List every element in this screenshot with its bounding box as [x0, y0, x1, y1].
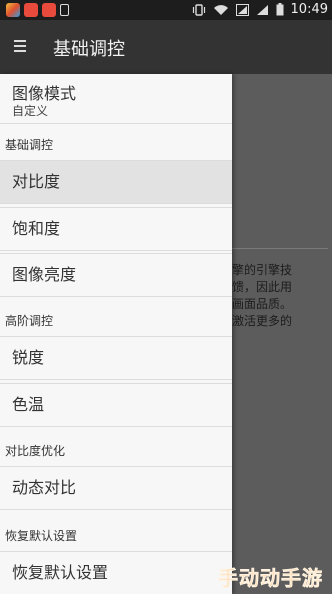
app-icon-2: [24, 3, 38, 17]
screen: 10:49 基础调控 擎的引擎技 馈，因此用 画面品质。 激活更多的 图像模式 …: [0, 0, 332, 594]
action-bar: 基础调控: [0, 20, 332, 74]
battery-icon: [276, 3, 284, 16]
bg-line: 馈，因此用: [232, 280, 293, 294]
image-mode-item[interactable]: 图像模式 自定义: [0, 74, 232, 124]
bg-line: 画面品质。: [232, 297, 293, 311]
drawer-item-brightness[interactable]: 图像亮度: [0, 253, 232, 297]
image-mode-value: 自定义: [12, 104, 49, 118]
signal-icon-2: [256, 4, 268, 15]
vibrate-icon: [192, 3, 205, 16]
wifi-icon: [213, 4, 228, 15]
sim-icon: [60, 4, 69, 16]
bg-line: 激活更多的: [232, 314, 293, 328]
image-mode-title: 图像模式: [12, 84, 77, 103]
drawer-item-reset-defaults[interactable]: 恢复默认设置: [0, 551, 232, 594]
bg-line: 擎的引擎技: [232, 263, 293, 277]
app-icon-1: [6, 3, 20, 17]
status-bar: 10:49: [0, 0, 332, 20]
app-icon-3: [42, 3, 56, 17]
drawer-item-contrast[interactable]: 对比度: [0, 160, 232, 204]
section-header-advanced: 高阶调控: [5, 314, 54, 328]
divider: [232, 248, 328, 249]
drawer-item-dynamic-contrast[interactable]: 动态对比: [0, 466, 232, 510]
system-icons: 10:49: [192, 2, 328, 17]
background-content: 擎的引擎技 馈，因此用 画面品质。 激活更多的: [232, 74, 332, 594]
drawer-item-saturation[interactable]: 饱和度: [0, 207, 232, 251]
clock: 10:49: [290, 2, 328, 17]
background-text: 擎的引擎技 馈，因此用 画面品质。 激活更多的: [232, 262, 328, 330]
drawer-item-sharpness[interactable]: 锐度: [0, 336, 232, 380]
hamburger-icon[interactable]: [14, 40, 26, 52]
section-header-basic: 基础调控: [5, 138, 54, 152]
notification-icons: [6, 3, 69, 17]
signal-icon: [235, 3, 249, 16]
section-header-contrast-optimization: 对比度优化: [5, 444, 66, 458]
drawer-item-color-temperature[interactable]: 色温: [0, 383, 232, 427]
watermark-logo: 手动动手游: [218, 566, 323, 591]
page-title: 基础调控: [53, 39, 125, 60]
navigation-drawer: 图像模式 自定义 基础调控 对比度 饱和度 图像亮度 高阶调控 锐度 色温 对比…: [0, 74, 232, 594]
section-header-reset: 恢复默认设置: [5, 529, 78, 543]
